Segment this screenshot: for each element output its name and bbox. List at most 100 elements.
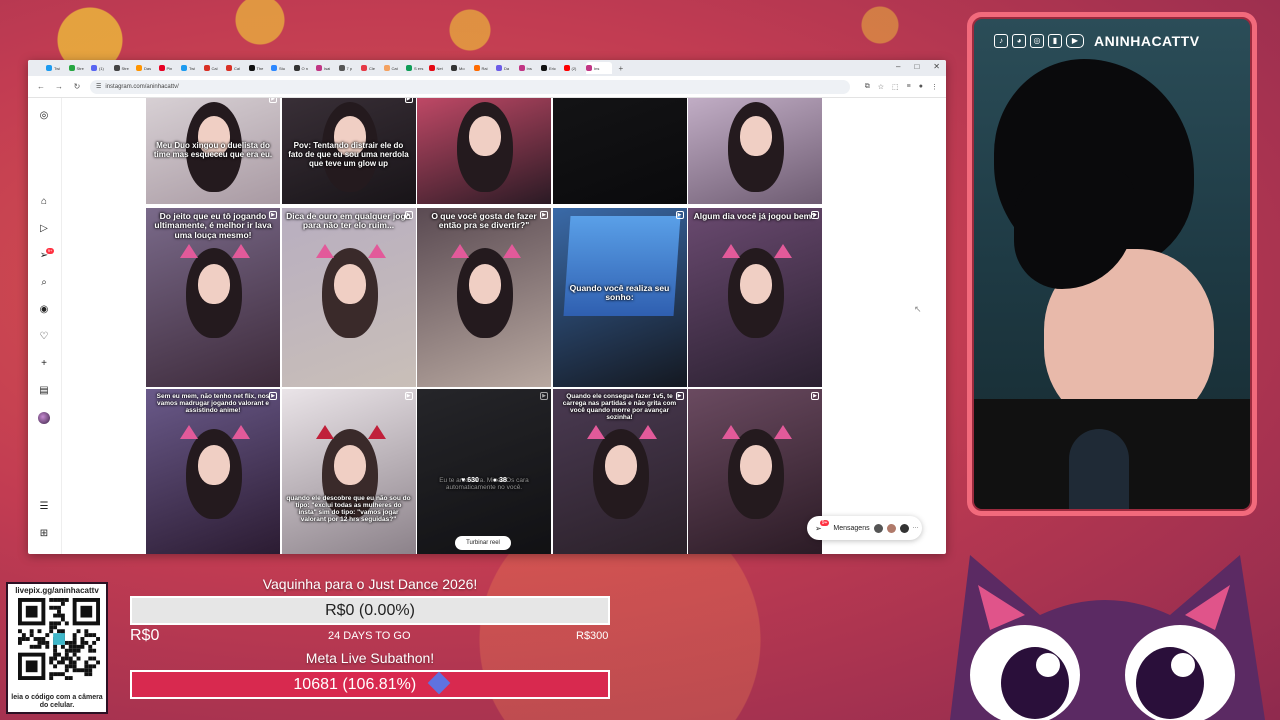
post-thumbnail[interactable]: quando ele descobre que eu não sou do ti…: [281, 389, 416, 554]
qr-module: [37, 640, 42, 645]
browser-tab[interactable]: Isai: [316, 62, 338, 74]
cat-mascot: [950, 555, 1265, 720]
post-caption: Algum dia você já jogou bem?: [693, 211, 817, 221]
install-icon[interactable]: ⧉: [865, 83, 870, 91]
browser-tab[interactable]: Ins: [518, 62, 541, 74]
browser-tab[interactable]: Mo: [451, 62, 473, 74]
post-thumbnail[interactable]: ▶: [688, 389, 822, 554]
create-icon[interactable]: +: [38, 358, 50, 370]
browser-tab[interactable]: Stre: [113, 62, 136, 74]
search-icon[interactable]: ⌕: [38, 277, 50, 289]
qr-module: [60, 613, 65, 618]
post-thumbnail[interactable]: Dica de ouro em qualquer jogo para não t…: [281, 208, 416, 387]
contact-avatar: [873, 523, 883, 533]
post-thumbnail[interactable]: Algum dia você já jogou bem? ▶: [688, 208, 822, 387]
browser-tab[interactable]: Twi: [181, 62, 203, 74]
browser-tab[interactable]: Eric: [541, 62, 563, 74]
browser-tab[interactable]: Rai: [473, 62, 496, 74]
qr-module: [64, 621, 69, 626]
qr-module: [92, 656, 97, 661]
back-icon[interactable]: ←: [36, 82, 46, 91]
browser-menu-icon[interactable]: ⋮: [931, 83, 938, 91]
bookmark-star-icon[interactable]: ☆: [878, 83, 884, 91]
browser-tab[interactable]: Stre: [68, 62, 91, 74]
extensions-icon[interactable]: ⬚: [892, 83, 899, 91]
post-caption: Do jeito que eu tô jogando ultimamente, …: [154, 211, 272, 240]
qr-module: [64, 656, 69, 661]
close-icon[interactable]: ✕: [933, 62, 940, 71]
post-thumbnail[interactable]: Meu Duo xingou o duelista do time mas es…: [146, 98, 280, 204]
minimize-icon[interactable]: –: [896, 62, 900, 71]
twitch-icon: ▮: [1048, 34, 1062, 48]
tab-favicon-icon: [361, 65, 367, 71]
tab-label: Eric: [549, 65, 556, 71]
post-thumbnail[interactable]: O que você gosta de fazer então pra se d…: [417, 208, 551, 387]
qr-module: [92, 664, 97, 669]
browser-tab[interactable]: Da: [496, 62, 518, 74]
browser-tab[interactable]: Pin: [158, 62, 181, 74]
tab-favicon-icon: [428, 65, 435, 71]
tab-label: Cat: [391, 65, 398, 71]
post-thumbnail[interactable]: Quando ele consegue fazer 1v5, te carreg…: [552, 389, 687, 554]
qr-module: [33, 644, 38, 649]
reel-icon: ▶: [811, 211, 819, 219]
qr-module: [84, 629, 89, 634]
post-thumbnail[interactable]: [417, 98, 551, 204]
reels-icon[interactable]: ▷: [38, 223, 50, 235]
post-thumbnail[interactable]: Sem eu mem, não tenho net flix, nos vamo…: [146, 389, 280, 554]
browser-tab[interactable]: Cal: [226, 62, 248, 74]
browser-tab[interactable]: O n: [293, 62, 316, 74]
microphone-shape: [1069, 429, 1129, 509]
profile-avatar-icon[interactable]: ●: [919, 83, 923, 91]
browser-tab[interactable]: Twi: [46, 62, 68, 74]
browser-tab[interactable]: Cat: [383, 62, 406, 74]
browser-tab[interactable]: Ins: [586, 62, 612, 74]
forward-icon[interactable]: →: [54, 82, 64, 91]
post-thumbnail[interactable]: Pov: Tentando distrair ele do fato de qu…: [281, 98, 416, 204]
tab-favicon-icon: [46, 65, 52, 71]
qr-module: [84, 664, 89, 669]
reload-icon[interactable]: ↻: [72, 82, 82, 91]
browser-tab[interactable]: Das: [136, 62, 158, 74]
post-thumbnail[interactable]: [688, 98, 822, 204]
qr-module: [37, 644, 42, 649]
post-thumbnail[interactable]: [552, 98, 687, 204]
post-thumbnail[interactable]: Do jeito que eu tô jogando ultimamente, …: [146, 208, 280, 387]
instagram-icon[interactable]: ◎: [38, 110, 50, 122]
boost-reel-button[interactable]: Turbinar reel: [455, 536, 511, 550]
browser-tab[interactable]: Cal: [203, 62, 226, 74]
browser-tab[interactable]: (2): [563, 62, 586, 74]
explore-icon[interactable]: ◉: [38, 304, 50, 316]
maximize-icon[interactable]: □: [914, 62, 919, 71]
browser-tab[interactable]: (1): [91, 62, 113, 74]
dashboard-icon[interactable]: ▤: [38, 385, 50, 397]
apps-icon[interactable]: ⊞: [38, 528, 50, 540]
tab-label: Twi: [54, 65, 60, 71]
menu-icon[interactable]: ☰: [38, 501, 50, 513]
tab-label: Ins: [526, 65, 532, 71]
browser-tab[interactable]: Net: [428, 62, 451, 74]
tab-strip: Twi Stre (1) Stre Das Pin Twi Cal Cal The Stu O n Is…: [28, 60, 946, 76]
home-icon[interactable]: ⌂: [38, 196, 50, 208]
tab-label: Da: [504, 65, 510, 71]
post-thumbnail[interactable]: Quando você realiza seu sonho: ▶: [552, 208, 687, 387]
qr-code: [18, 598, 100, 680]
browser-tab[interactable]: 7 p: [338, 62, 361, 74]
post-thumbnail[interactable]: Eu te amo cara. Mixed Os cara automatica…: [417, 389, 551, 554]
messages-pill[interactable]: ➢ 9+ Mensagens ···: [807, 516, 922, 540]
heart-icon[interactable]: ♡: [38, 331, 50, 343]
browser-tab[interactable]: S ers: [406, 62, 428, 74]
browser-tab[interactable]: Cle: [361, 62, 383, 74]
browser-tab[interactable]: Stu: [271, 62, 293, 74]
new-tab-button[interactable]: +: [619, 64, 624, 73]
reel-icon: ▶: [404, 98, 413, 103]
site-info-icon[interactable]: ☰: [96, 83, 101, 90]
discord-icon: ◕: [1012, 34, 1026, 48]
tab-favicon-icon: [203, 65, 210, 71]
media-icon[interactable]: ≡: [907, 83, 911, 91]
profile-icon[interactable]: [38, 412, 50, 424]
address-bar[interactable]: ☰ instagram.com/aninhacattv/: [90, 79, 850, 94]
qr-module: [21, 633, 26, 638]
qr-module: [60, 598, 65, 602]
browser-tab[interactable]: The: [248, 62, 271, 74]
